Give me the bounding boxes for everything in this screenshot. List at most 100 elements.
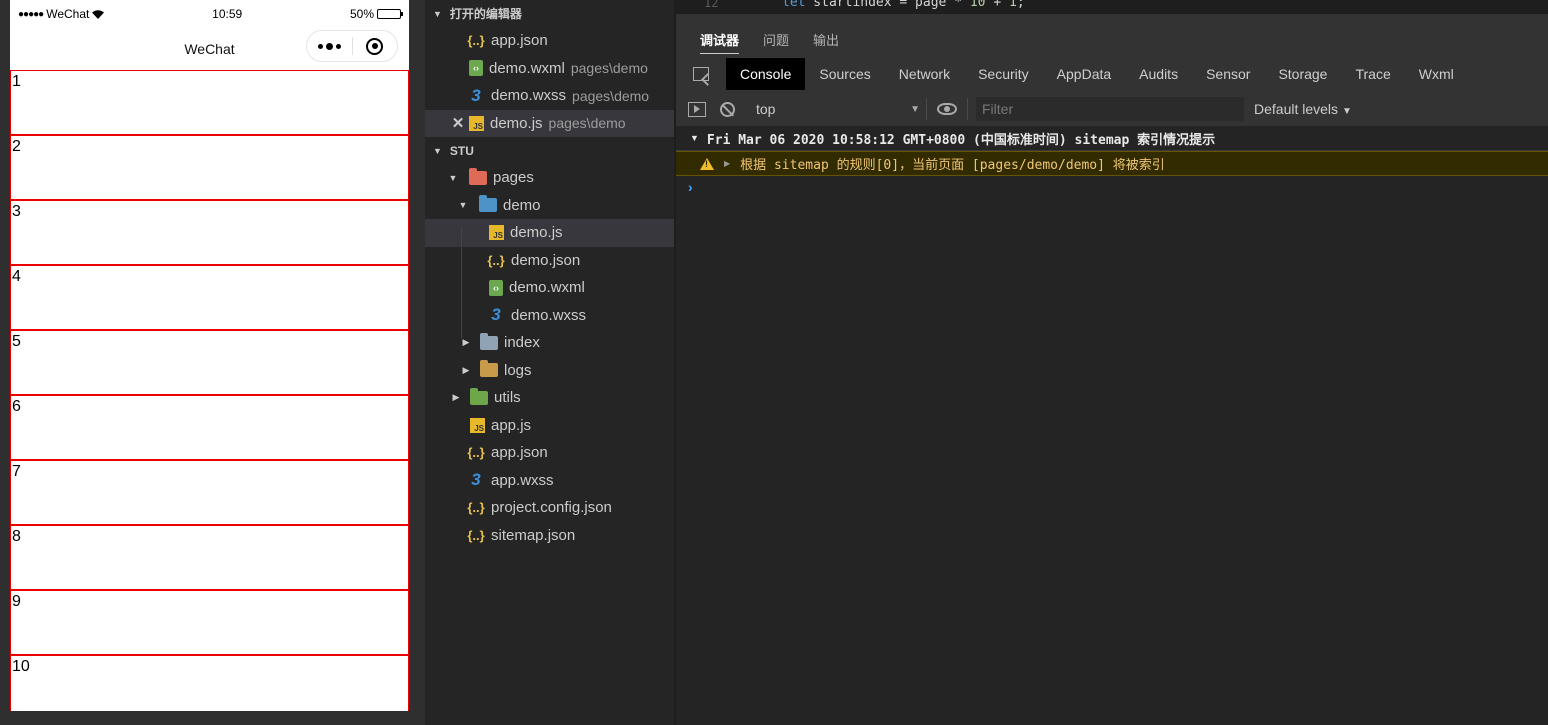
simulator-panel: ●●●●● WeChat 10:59 50% WeChat 1 2 3 4 5 … <box>0 0 425 725</box>
folder-index[interactable]: ▶ index <box>425 329 674 357</box>
file-demo-wxss[interactable]: 3 demo.wxss <box>425 302 674 330</box>
console-group-message[interactable]: ▼ Fri Mar 06 2020 10:58:12 GMT+0800 (中国标… <box>676 126 1548 151</box>
panel-tabs: Console Sources Network Security AppData… <box>676 58 1548 90</box>
phone-screen: ●●●●● WeChat 10:59 50% WeChat 1 2 3 4 5 … <box>10 0 409 711</box>
line-number: 12 <box>704 0 719 10</box>
context-select[interactable]: top ▼ <box>756 97 926 121</box>
folder-icon <box>479 195 497 213</box>
tab-storage[interactable]: Storage <box>1264 58 1341 90</box>
signal-dots: ●●●●● <box>18 8 44 20</box>
menu-capsule <box>306 30 398 62</box>
list-item: 5 <box>10 330 409 395</box>
folder-icon <box>470 387 488 405</box>
status-bar: ●●●●● WeChat 10:59 50% <box>10 0 409 28</box>
tab-audits[interactable]: Audits <box>1125 58 1192 90</box>
wxml-icon: ‹› <box>469 60 483 77</box>
show-sidebar-icon[interactable] <box>682 93 712 125</box>
battery-icon <box>377 9 403 19</box>
close-icon[interactable]: ✕ <box>451 115 465 132</box>
open-editor-item[interactable]: {..} app.json <box>425 27 674 55</box>
tree-guide-line <box>461 228 462 338</box>
folder-icon <box>480 360 498 378</box>
js-icon: JS <box>489 225 504 241</box>
collapse-icon: ▼ <box>433 8 442 19</box>
expanded-icon: ▼ <box>458 200 468 211</box>
js-icon: JS <box>469 115 484 131</box>
folder-icon <box>469 167 487 185</box>
tab-sensor[interactable]: Sensor <box>1192 58 1264 90</box>
open-editor-item[interactable]: ‹› demo.wxml pages\demo <box>425 55 674 83</box>
js-icon: JS <box>470 417 485 433</box>
warning-icon <box>700 157 714 170</box>
expanded-icon: ▼ <box>690 133 699 143</box>
filter-input[interactable] <box>976 97 1244 121</box>
json-icon: {..} <box>467 527 485 543</box>
tab-security[interactable]: Security <box>964 58 1043 90</box>
json-icon: {..} <box>467 445 485 461</box>
list-item: 10 <box>10 655 409 711</box>
dropdown-arrow-icon: ▼ <box>1341 106 1352 117</box>
tab-output[interactable]: 输出 <box>813 30 839 54</box>
folder-pages[interactable]: ▼ pages <box>425 164 674 192</box>
tab-trace[interactable]: Trace <box>1341 58 1404 90</box>
list-item: 7 <box>10 460 409 525</box>
list-item: 4 <box>10 265 409 330</box>
tab-debugger[interactable]: 调试器 <box>700 30 740 54</box>
nav-title: WeChat <box>184 41 235 57</box>
tab-problems[interactable]: 问题 <box>763 30 789 54</box>
tab-appdata[interactable]: AppData <box>1043 58 1125 90</box>
file-demo-wxml[interactable]: ‹› demo.wxml <box>425 274 674 302</box>
item-list: 1 2 3 4 5 6 7 8 9 10 <box>10 70 409 711</box>
collapsed-icon: ▶ <box>452 392 460 403</box>
collapsed-icon: ▶ <box>462 337 470 348</box>
list-item: 9 <box>10 590 409 655</box>
open-editor-item[interactable]: 3 demo.wxss pages\demo <box>425 82 674 110</box>
inspect-element-icon[interactable] <box>676 58 726 90</box>
battery-percent: 50% <box>349 7 374 21</box>
log-levels-dropdown[interactable]: Default levels ▼ <box>1254 101 1352 117</box>
file-demo-json[interactable]: {..} demo.json <box>425 247 674 275</box>
code-line[interactable]: let startindex = page * 10 + 1; <box>782 0 1025 10</box>
list-item: 2 <box>10 135 409 200</box>
live-expression-icon[interactable] <box>927 103 967 115</box>
file-sitemap-json[interactable]: {..} sitemap.json <box>425 522 674 550</box>
wxss-icon: 3 <box>471 470 481 490</box>
wifi-icon <box>92 9 105 19</box>
console-output: ▼ Fri Mar 06 2020 10:58:12 GMT+0800 (中国标… <box>676 126 1548 198</box>
list-item: 1 <box>10 70 409 135</box>
file-app-js[interactable]: JS app.js <box>425 412 674 440</box>
collapsed-icon: ▶ <box>462 364 470 375</box>
open-editors-header[interactable]: ▼ 打开的编辑器 <box>425 0 674 27</box>
console-warning-message[interactable]: ▶ 根据 sitemap 的规则[0]，当前页面 [pages/demo/dem… <box>676 151 1548 176</box>
folder-logs[interactable]: ▶ logs <box>425 357 674 385</box>
file-demo-js[interactable]: JS demo.js <box>425 219 674 247</box>
close-miniprogram-icon[interactable] <box>353 31 398 61</box>
devtools-panel: 12 let startindex = page * 10 + 1; 调试器 问… <box>676 0 1548 725</box>
file-explorer: ▼ 打开的编辑器 {..} app.json ‹› demo.wxml page… <box>425 0 674 725</box>
project-header[interactable]: ▼ STU <box>425 137 674 164</box>
tab-console[interactable]: Console <box>726 58 806 90</box>
top-tabs: 调试器 问题 输出 <box>700 30 839 54</box>
devtools-header: 调试器 问题 输出 Console Sources Network Securi… <box>676 14 1548 126</box>
file-app-wxss[interactable]: 3 app.wxss <box>425 467 674 495</box>
tab-sources[interactable]: Sources <box>805 58 884 90</box>
console-toolbar: top ▼ Default levels ▼ <box>676 93 1548 125</box>
list-item: 8 <box>10 525 409 590</box>
wxss-icon: 3 <box>471 85 481 105</box>
folder-demo[interactable]: ▼ demo <box>425 192 674 220</box>
nav-bar: WeChat <box>10 28 409 70</box>
tab-wxml[interactable]: Wxml <box>1405 58 1468 90</box>
json-icon: {..} <box>467 33 485 49</box>
carrier-label: WeChat <box>46 7 90 21</box>
open-editor-item-active[interactable]: ✕ JS demo.js pages\demo <box>425 109 674 137</box>
clear-console-icon[interactable] <box>712 93 742 125</box>
dropdown-arrow-icon: ▼ <box>910 103 920 115</box>
file-app-json[interactable]: {..} app.json <box>425 439 674 467</box>
console-prompt[interactable]: › <box>676 176 1548 198</box>
status-time: 10:59 <box>212 7 243 21</box>
tab-network[interactable]: Network <box>885 58 964 90</box>
folder-utils[interactable]: ▶ utils <box>425 384 674 412</box>
file-project-config-json[interactable]: {..} project.config.json <box>425 494 674 522</box>
more-icon[interactable] <box>307 31 352 61</box>
list-item: 6 <box>10 395 409 460</box>
